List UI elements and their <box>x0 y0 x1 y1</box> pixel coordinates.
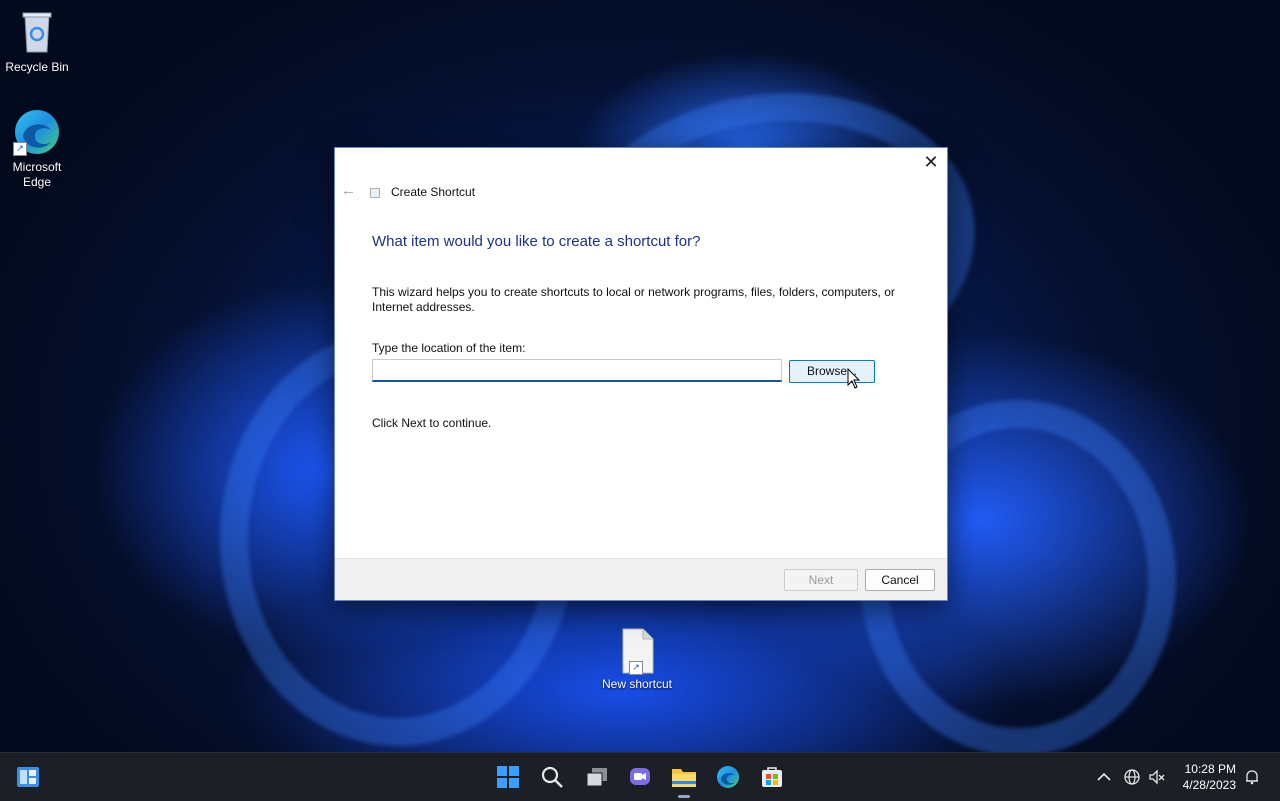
shortcut-arrow-icon: ↗ <box>13 142 27 156</box>
edge-taskbar-icon[interactable] <box>714 763 742 791</box>
shortcut-arrow-icon: ↗ <box>629 661 643 675</box>
edge-desktop-shortcut[interactable]: ↗ Microsoft Edge <box>0 108 74 190</box>
clock-time: 10:28 PM <box>1184 762 1236 776</box>
shortcut-wizard-icon <box>370 188 380 198</box>
mouse-pointer-icon <box>847 367 861 395</box>
teams-chat-icon[interactable] <box>626 763 654 791</box>
next-button[interactable]: Next <box>784 569 858 591</box>
wizard-intro-text: This wizard helps you to create shortcut… <box>372 285 895 314</box>
start-icon[interactable] <box>494 763 522 791</box>
new-shortcut-file[interactable]: ↗ New shortcut <box>600 627 674 692</box>
task-view-icon[interactable] <box>583 763 611 791</box>
location-input[interactable] <box>372 359 782 382</box>
continue-hint: Click Next to continue. <box>372 416 492 430</box>
file-shortcut-icon: ↗ <box>617 627 657 675</box>
notification-bell-icon[interactable] <box>1242 767 1262 787</box>
cancel-button[interactable]: Cancel <box>865 569 935 591</box>
edge-icon: ↗ <box>13 108 61 156</box>
recycle-bin-label: Recycle Bin <box>5 60 69 74</box>
back-arrow-icon[interactable]: ← <box>341 182 356 199</box>
system-clock[interactable]: 10:28 PM 4/28/2023 <box>1183 761 1236 793</box>
recycle-bin-icon <box>13 8 61 56</box>
new-shortcut-label: New shortcut <box>601 677 673 691</box>
wizard-heading: What item would you like to create a sho… <box>372 233 701 250</box>
widgets-icon[interactable] <box>14 763 42 791</box>
store-icon[interactable] <box>758 763 786 791</box>
dialog-title: Create Shortcut <box>391 185 476 199</box>
taskbar: 10:28 PM 4/28/2023 <box>0 752 1280 801</box>
browse-button[interactable]: Browse... <box>789 360 875 383</box>
close-button[interactable]: ✕ <box>915 148 947 176</box>
close-icon: ✕ <box>923 151 939 172</box>
recycle-bin-shortcut[interactable]: Recycle Bin <box>0 8 74 75</box>
file-explorer-icon[interactable] <box>670 763 698 798</box>
show-hidden-icons-chevron-icon[interactable] <box>1094 767 1114 787</box>
search-icon[interactable] <box>538 763 566 791</box>
edge-desktop-label: Microsoft Edge <box>12 160 62 189</box>
network-globe-icon[interactable] <box>1122 767 1142 787</box>
location-label: Type the location of the item: <box>372 341 526 355</box>
clock-date: 4/28/2023 <box>1182 778 1236 792</box>
volume-muted-icon[interactable] <box>1147 767 1167 787</box>
dialog-footer: Next Cancel <box>335 558 947 600</box>
